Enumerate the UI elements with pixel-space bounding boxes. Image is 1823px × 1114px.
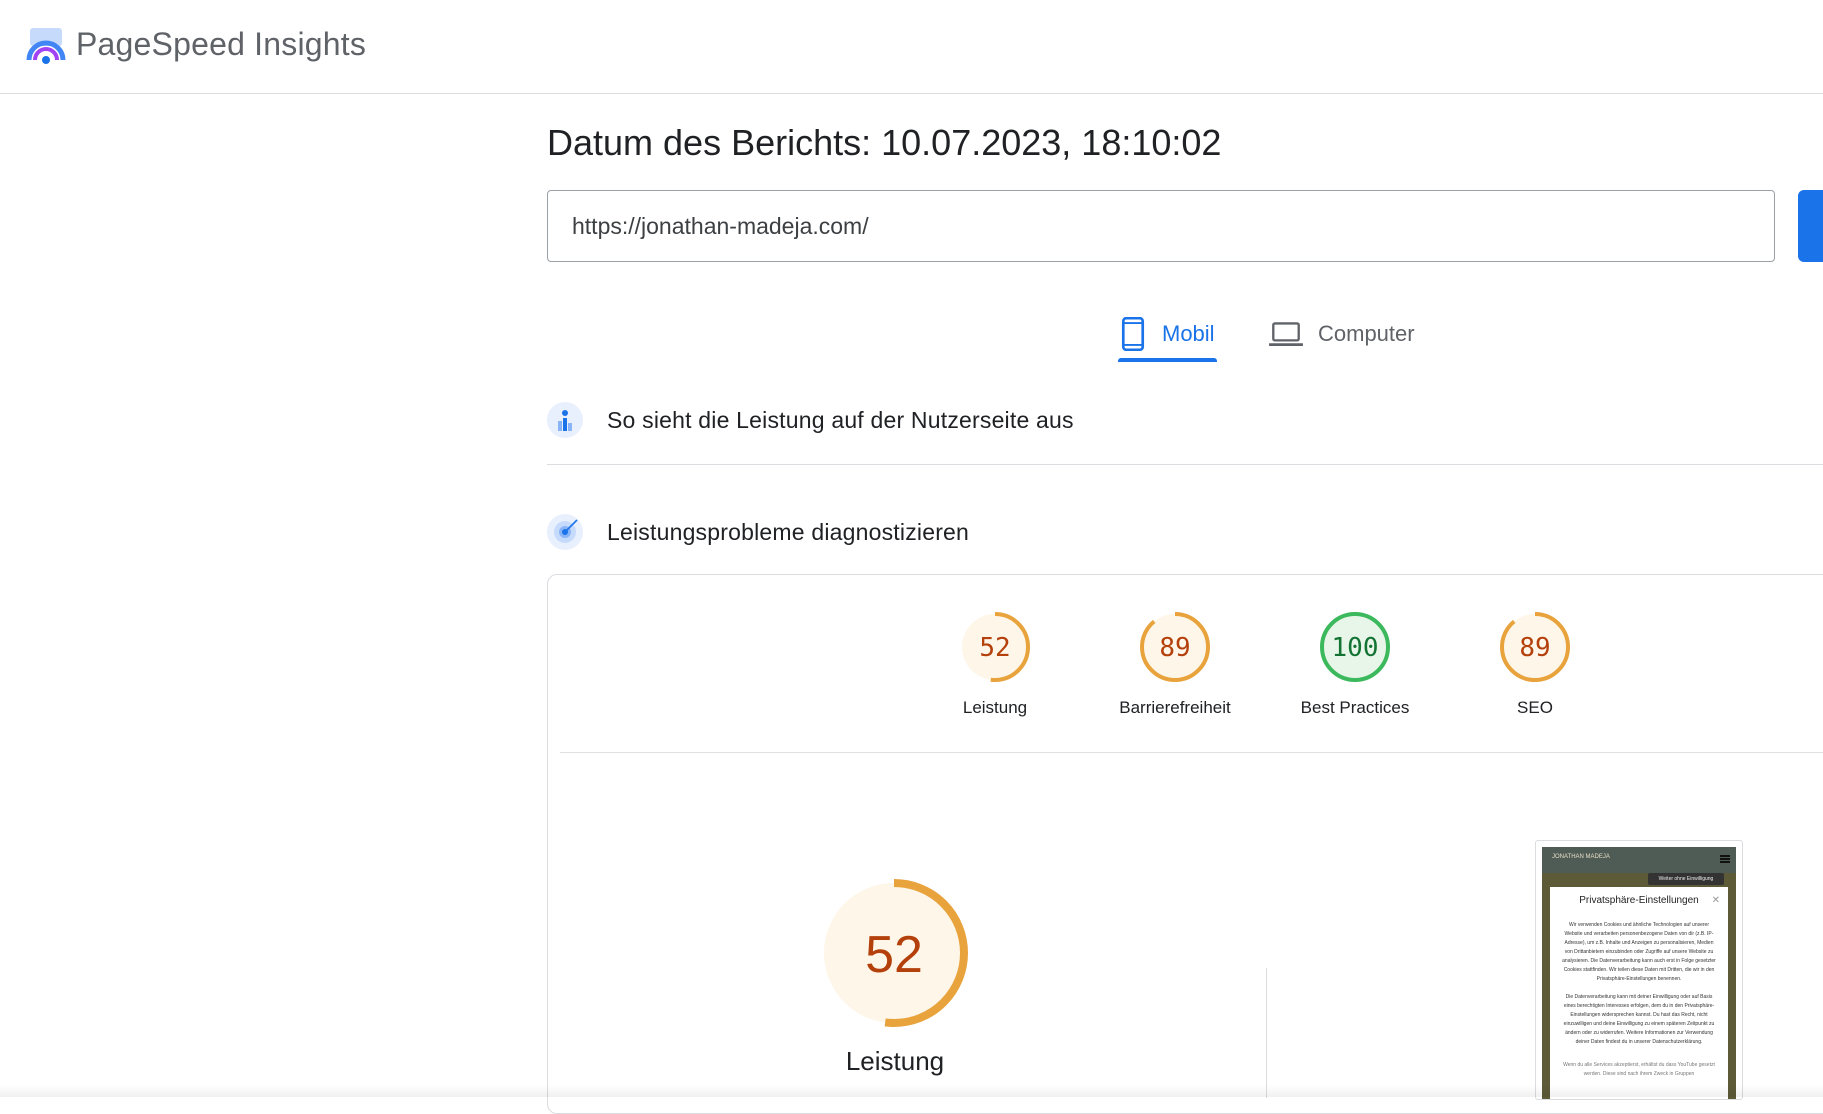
section-divider <box>547 464 1823 465</box>
gauge-label: Best Practices <box>1300 698 1410 717</box>
cookie-dialog-paragraph: Die Datenverarbeitung kann mit deiner Ei… <box>1563 994 1715 1045</box>
score-gauge-performance[interactable]: 52 Leistung <box>920 610 1070 718</box>
score-gauge-best-practices[interactable]: 100 Best Practices <box>1280 610 1430 718</box>
gauge-ring: 89 <box>1500 612 1570 682</box>
screenshot-tooltip: Weiter ohne Einwilligung <box>1648 873 1724 885</box>
gauge-label: Barrierefreiheit <box>1119 698 1231 717</box>
gauge-label: SEO <box>1517 698 1553 717</box>
field-data-section-header: So sieht die Leistung auf der Nutzerseit… <box>547 400 1074 440</box>
diagnose-section-title: Leistungsprobleme diagnostizieren <box>607 518 970 545</box>
gauge-ring: 100 <box>1320 612 1390 682</box>
gauge-ring: 52 <box>960 612 1030 682</box>
app-title[interactable]: PageSpeed Insights <box>76 26 366 63</box>
gauge-value: 52 <box>979 633 1010 663</box>
bottom-edge-shadow <box>0 1085 1823 1097</box>
final-screenshot-thumbnail[interactable]: JONATHAN MADEJA Weiter ohne Einwilligung… <box>1535 840 1743 1100</box>
tab-computer[interactable]: Computer <box>1268 306 1415 362</box>
cookie-dialog-paragraph: Wir verwenden Cookies und ähnliche Techn… <box>1562 922 1716 982</box>
tab-mobile[interactable]: Mobil <box>1118 306 1215 362</box>
cookie-dialog-title: Privatsphäre-Einstellungen <box>1579 895 1699 906</box>
selected-tab-indicator <box>1118 358 1217 362</box>
gauge-value: 89 <box>1519 633 1550 663</box>
smartphone-icon <box>1121 317 1145 351</box>
field-data-section-title: So sieht die Leistung auf der Nutzerseit… <box>607 406 1074 433</box>
gauge-ring: 89 <box>1140 612 1210 682</box>
score-gauge-accessibility[interactable]: 89 Barrierefreiheit <box>1100 610 1250 718</box>
top-app-bar: PageSpeed Insights <box>0 0 1823 94</box>
lab-radar-icon <box>547 514 583 550</box>
close-icon: ✕ <box>1711 895 1720 906</box>
tab-computer-label: Computer <box>1318 321 1415 346</box>
gauge-value: 100 <box>1332 633 1379 663</box>
main-score-label: Leistung <box>845 1046 945 1076</box>
score-gauge-seo[interactable]: 89 SEO <box>1460 610 1610 718</box>
report-date-heading: Datum des Berichts: 10.07.2023, 18:10:02 <box>547 122 1222 163</box>
pagespeed-logo-icon[interactable] <box>26 26 66 66</box>
users-chart-icon <box>547 402 583 438</box>
cookie-dialog: Privatsphäre-Einstellungen ✕ Wir verwend… <box>1550 887 1728 1099</box>
analyze-button[interactable] <box>1798 190 1823 262</box>
url-input[interactable] <box>547 190 1775 262</box>
cookie-dialog-text: Wir verwenden Cookies und ähnliche Techn… <box>1560 921 1718 1079</box>
screenshot-site-logo: JONATHAN MADEJA <box>1552 854 1610 860</box>
vertical-divider <box>1266 968 1267 1098</box>
tab-mobile-label: Mobil <box>1162 321 1215 346</box>
gauge-label: Leistung <box>962 698 1028 717</box>
card-divider <box>560 752 1823 753</box>
hamburger-menu-icon <box>1720 855 1730 863</box>
laptop-icon <box>1269 322 1303 346</box>
cookie-dialog-paragraph: Wenn du alle Services akzeptierst, erhäl… <box>1563 1062 1715 1077</box>
main-score-value: 52 <box>865 926 923 984</box>
screenshot-site-header: JONATHAN MADEJA <box>1542 847 1736 873</box>
diagnose-section-header: Leistungsprobleme diagnostizieren <box>547 512 969 552</box>
gauge-value: 89 <box>1159 633 1190 663</box>
main-performance-gauge: 52 <box>820 879 968 1027</box>
